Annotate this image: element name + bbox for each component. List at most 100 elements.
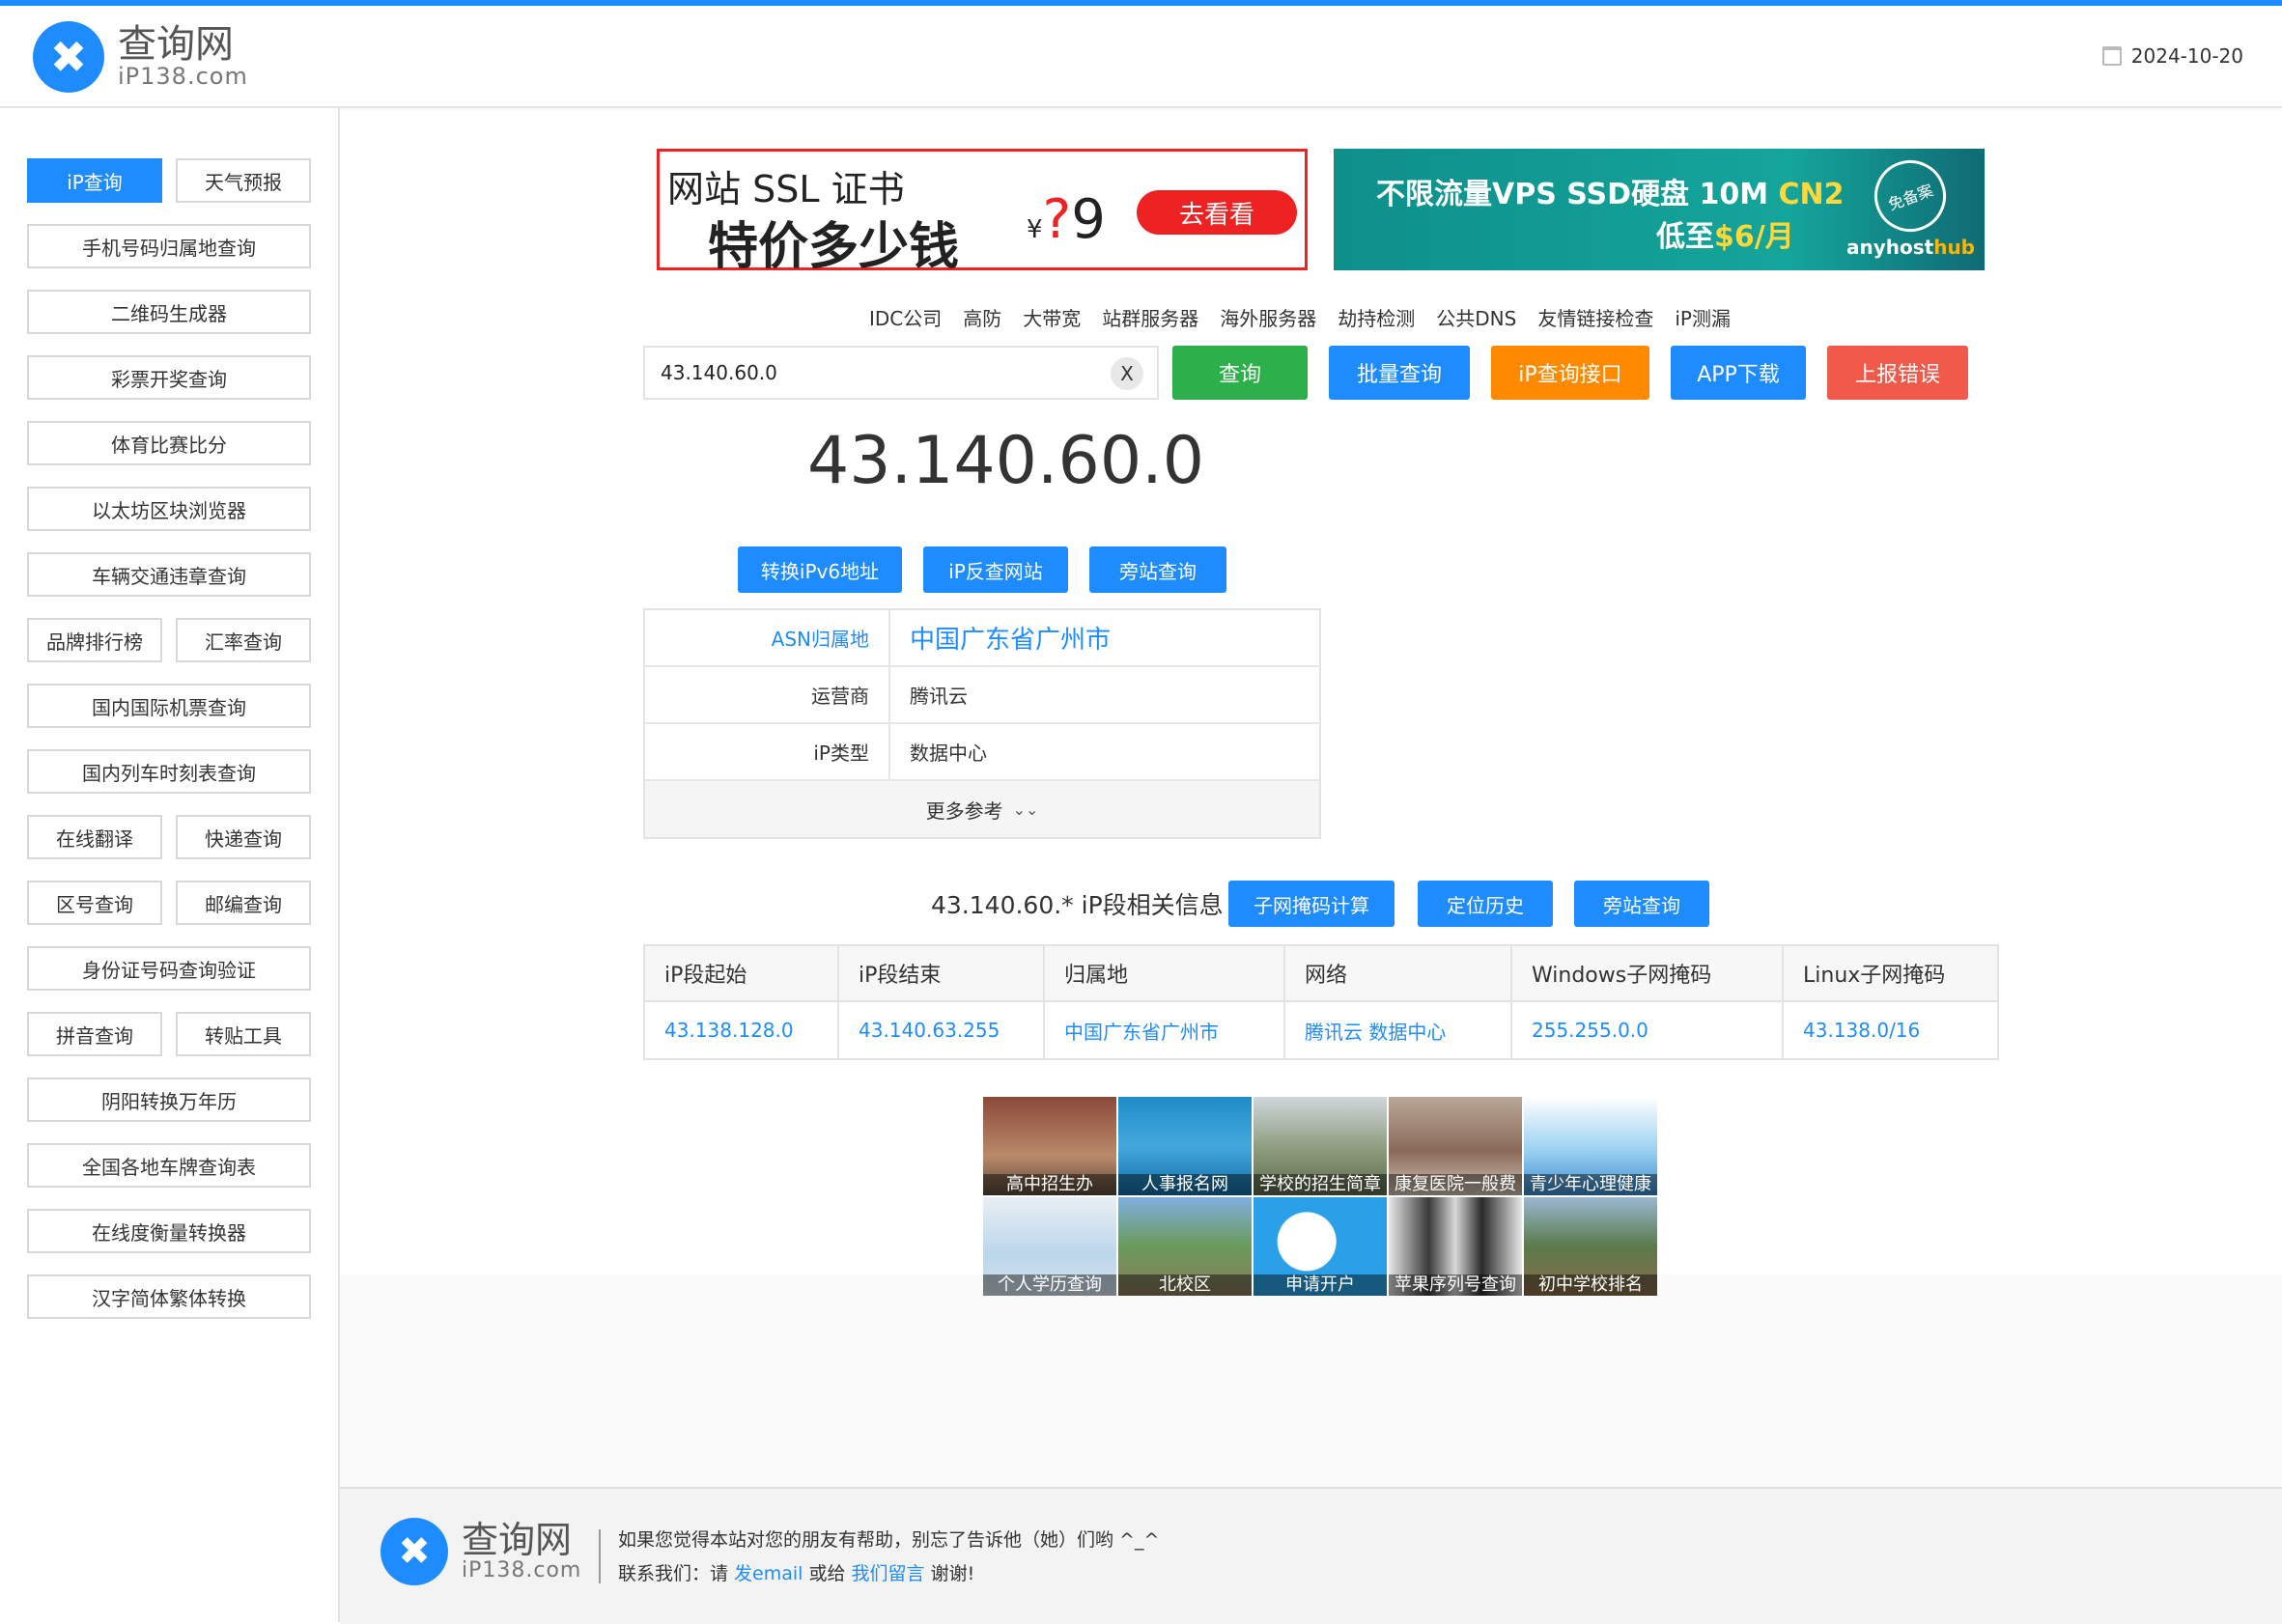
side-site-button[interactable]: 旁站查询: [1089, 546, 1226, 593]
quicklink-bandwidth[interactable]: 大带宽: [1023, 303, 1081, 331]
cell-start[interactable]: 43.138.128.0: [643, 1000, 839, 1060]
sidebar-item-flights[interactable]: 国内国际机票查询: [27, 684, 311, 728]
query-button[interactable]: 查询: [1172, 346, 1308, 400]
footer-divider: [599, 1529, 601, 1583]
sidebar-item-trains[interactable]: 国内列车时刻表查询: [27, 749, 311, 794]
quicklink-friendlink[interactable]: 友情链接检查: [1537, 303, 1653, 331]
search-box: X: [643, 346, 1159, 400]
ad-tile[interactable]: 高中招生办: [983, 1097, 1116, 1195]
ip-info-table: ASN归属地 中国广东省广州市 运营商 腾讯云 iP类型 数据中心 更多参考 ⌄…: [643, 608, 1321, 839]
footer-logo-domain: iP138.com: [462, 1558, 582, 1583]
sidebar-item-repost[interactable]: 转贴工具: [176, 1012, 311, 1056]
batch-query-button[interactable]: 批量查询: [1329, 346, 1470, 400]
location-history-button[interactable]: 定位历史: [1418, 881, 1553, 927]
sidebar-item-translate[interactable]: 在线翻译: [27, 815, 162, 859]
ssl-ad-line1: 网站 SSL 证书: [667, 168, 905, 210]
segment-side-site-button[interactable]: 旁站查询: [1574, 881, 1709, 927]
sidebar-item-weather[interactable]: 天气预报: [176, 158, 311, 203]
wrench-icon: ✖: [33, 21, 104, 93]
sidebar-item-express[interactable]: 快递查询: [176, 815, 311, 859]
sidebar-item-exchange[interactable]: 汇率查询: [176, 618, 311, 662]
quick-links: IDC公司 高防 大带宽 站群服务器 海外服务器 劫持检测 公共DNS 友情链接…: [869, 303, 1731, 331]
sidebar-item-lottery[interactable]: 彩票开奖查询: [27, 355, 311, 400]
sidebar-item-phone[interactable]: 手机号码归属地查询: [27, 224, 311, 268]
sidebar-item-idcard[interactable]: 身份证号码查询验证: [27, 946, 311, 991]
sidebar-item-calendar[interactable]: 阴阳转换万年历: [27, 1078, 311, 1122]
vps-ad-banner[interactable]: 不限流量VPS SSD硬盘 10M CN2 低至$6/月 免备案 anyhost…: [1334, 149, 1985, 270]
footer-logo[interactable]: ✖ 查询网 iP138.com: [380, 1518, 581, 1585]
calendar-icon: [2101, 46, 2122, 66]
info-value-location[interactable]: 中国广东省广州市: [890, 620, 1111, 656]
ad-tile[interactable]: 人事报名网: [1118, 1097, 1252, 1195]
cell-end[interactable]: 43.140.63.255: [837, 1000, 1045, 1060]
col-linux-mask: Linux子网掩码: [1782, 944, 1999, 1002]
ad-tile[interactable]: 康复医院一般费: [1389, 1097, 1522, 1195]
more-label: 更多参考: [925, 798, 1003, 823]
sidebar-item-areacode[interactable]: 区号查询: [27, 881, 162, 925]
vps-ad-seal: 免备案: [1864, 150, 1957, 242]
sidebar-item-ethereum[interactable]: 以太坊区块浏览器: [27, 487, 311, 531]
ad-tile[interactable]: 初中学校排名: [1524, 1197, 1657, 1296]
sidebar-item-traffic[interactable]: 车辆交通违章查询: [27, 552, 311, 597]
ad-tile[interactable]: 学校的招生简章: [1254, 1097, 1387, 1195]
ad-tile[interactable]: 个人学历查询: [983, 1197, 1116, 1296]
chevron-double-down-icon: ⌄⌄: [1012, 799, 1039, 819]
sidebar-item-plates[interactable]: 全国各地车牌查询表: [27, 1143, 311, 1188]
table-header-row: iP段起始 iP段结束 归属地 网络 Windows子网掩码 Linux子网掩码: [643, 944, 1999, 1002]
cell-network[interactable]: 腾讯云 数据中心: [1283, 1000, 1512, 1060]
sidebar-item-qrcode[interactable]: 二维码生成器: [27, 290, 311, 334]
ssl-ad-banner[interactable]: 网站 SSL 证书 特价多少钱 ¥?9 去看看: [657, 149, 1308, 276]
footer-logo-title: 查询网: [462, 1518, 573, 1561]
sidebar-item-pinyin[interactable]: 拼音查询: [27, 1012, 162, 1056]
sidebar-item-sports[interactable]: 体育比赛比分: [27, 421, 311, 465]
quicklink-hijack[interactable]: 劫持检测: [1338, 303, 1415, 331]
ssl-ad-line2: 特价多少钱: [708, 218, 960, 276]
site-logo[interactable]: ✖ 查询网 iP138.com: [33, 21, 248, 93]
cell-linux-mask[interactable]: 43.138.0/16: [1782, 1000, 1999, 1060]
quicklink-ipleak[interactable]: iP测漏: [1675, 303, 1731, 331]
convert-ipv6-button[interactable]: 转换iPv6地址: [738, 546, 902, 593]
subnet-calc-button[interactable]: 子网掩码计算: [1228, 881, 1395, 927]
sidebar-item-brand-rank[interactable]: 品牌排行榜: [27, 618, 162, 662]
quicklink-ddos[interactable]: 高防: [963, 303, 1001, 331]
sidebar-item-ip-query[interactable]: iP查询: [27, 158, 162, 203]
clear-input-button[interactable]: X: [1111, 357, 1143, 390]
ad-tile[interactable]: 苹果序列号查询: [1389, 1197, 1522, 1296]
col-windows-mask: Windows子网掩码: [1510, 944, 1784, 1002]
info-key: iP类型: [645, 724, 890, 779]
cell-windows-mask[interactable]: 255.255.0.0: [1510, 1000, 1784, 1060]
ad-tile-grid: 高中招生办 人事报名网 学校的招生简章 康复医院一般费 青少年心理健康 个人学历…: [983, 1097, 1661, 1296]
sidebar-item-chinese-convert[interactable]: 汉字简体繁体转换: [27, 1274, 311, 1319]
quicklink-idc[interactable]: IDC公司: [869, 303, 942, 331]
ad-tile[interactable]: 申请开户: [1254, 1197, 1387, 1296]
footer: ✖ 查询网 iP138.com 如果您觉得本站对您的朋友有帮助，别忘了告诉他（她…: [340, 1487, 2282, 1624]
app-download-button[interactable]: APP下载: [1671, 346, 1806, 400]
footer-line1: 如果您觉得本站对您的朋友有帮助，别忘了告诉他（她）们哟 ^_^: [618, 1529, 1160, 1551]
more-reference-toggle[interactable]: 更多参考 ⌄⌄: [645, 781, 1319, 837]
ip-search-input[interactable]: [659, 360, 1087, 385]
info-row-asn: ASN归属地 中国广东省广州市: [645, 610, 1319, 667]
col-end: iP段结束: [837, 944, 1045, 1002]
message-link[interactable]: 我们留言: [852, 1563, 925, 1584]
info-row-type: iP类型 数据中心: [645, 724, 1319, 781]
queried-ip: 43.140.60.0: [807, 423, 1204, 499]
ip-api-button[interactable]: iP查询接口: [1491, 346, 1649, 400]
footer-line2: 联系我们：请 发email 或给 我们留言 谢谢!: [618, 1563, 975, 1584]
quicklink-dns[interactable]: 公共DNS: [1436, 303, 1516, 331]
reverse-lookup-button[interactable]: iP反查网站: [923, 546, 1068, 593]
ad-tile[interactable]: 北校区: [1118, 1197, 1252, 1296]
quicklink-cluster[interactable]: 站群服务器: [1102, 303, 1198, 331]
ssl-ad-button[interactable]: 去看看: [1137, 190, 1297, 235]
info-key: ASN归属地: [645, 610, 890, 665]
content-lower-background: [340, 1274, 2282, 1487]
date-text: 2024-10-20: [2130, 44, 2243, 68]
email-link[interactable]: 发email: [734, 1563, 803, 1584]
quicklink-overseas[interactable]: 海外服务器: [1220, 303, 1316, 331]
vps-ad-brand: anyhosthub: [1845, 236, 1975, 259]
sidebar-item-units[interactable]: 在线度衡量转换器: [27, 1209, 311, 1253]
report-error-button[interactable]: 上报错误: [1827, 346, 1968, 400]
ad-tile[interactable]: 青少年心理健康: [1524, 1097, 1657, 1195]
vps-ad-line1: 不限流量VPS SSD硬盘 10M CN2: [1376, 178, 1845, 211]
cell-location[interactable]: 中国广东省广州市: [1043, 1000, 1285, 1060]
sidebar-item-postcode[interactable]: 邮编查询: [176, 881, 311, 925]
